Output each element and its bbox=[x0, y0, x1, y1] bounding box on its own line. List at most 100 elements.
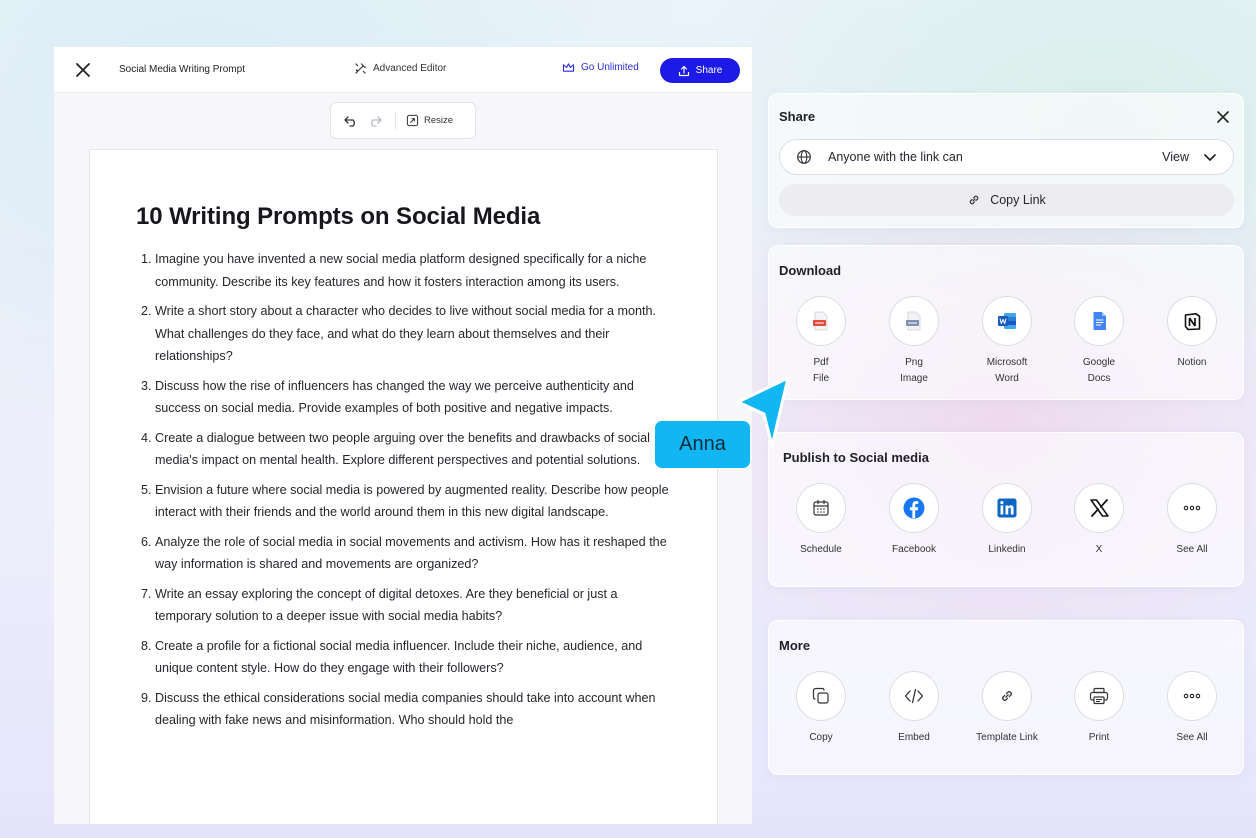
copy-link-button[interactable]: Copy Link bbox=[779, 184, 1234, 216]
download-notion-label: Notion bbox=[1177, 357, 1207, 368]
code-icon bbox=[904, 688, 924, 704]
link-icon bbox=[969, 195, 979, 205]
list-item: Discuss the ethical considerations socia… bbox=[155, 687, 671, 732]
option-circle bbox=[796, 296, 846, 346]
go-unlimited-button[interactable]: Go Unlimited bbox=[562, 62, 639, 73]
download-options: Pdf File Png Image Microsoft Word Google… bbox=[769, 296, 1243, 396]
google-docs-icon bbox=[1093, 312, 1106, 330]
list-item: Discuss how the rise of influencers has … bbox=[155, 375, 671, 420]
list-item: Imagine you have invented a new social m… bbox=[155, 248, 671, 293]
pdf-file-icon bbox=[813, 311, 828, 331]
link-access-select[interactable]: Anyone with the link can View bbox=[779, 139, 1234, 175]
printer-icon bbox=[1089, 687, 1109, 705]
document-page[interactable]: 10 Writing Prompts on Social Media Imagi… bbox=[89, 149, 718, 824]
collaborator-name: Anna bbox=[679, 433, 726, 455]
download-panel: Download Pdf File Png Image Microsoft Wo… bbox=[768, 245, 1244, 400]
option-circle bbox=[982, 483, 1032, 533]
option-circle bbox=[1167, 296, 1217, 346]
embed-button[interactable]: Embed bbox=[868, 671, 960, 746]
download-google-docs-label: Google Docs bbox=[1082, 357, 1116, 384]
linkedin-icon bbox=[997, 498, 1017, 518]
publish-title: Publish to Social media bbox=[783, 450, 929, 465]
download-google-docs-button[interactable]: Google Docs bbox=[1053, 296, 1145, 387]
copy-label: Copy bbox=[809, 732, 833, 743]
template-link-button[interactable]: Template Link bbox=[961, 671, 1053, 746]
list-item: Envision a future where social media is … bbox=[155, 479, 671, 524]
see-all-social-button[interactable]: See All bbox=[1146, 483, 1238, 558]
embed-label: Embed bbox=[898, 732, 930, 743]
access-level-value: View bbox=[1162, 150, 1189, 164]
option-circle bbox=[889, 483, 939, 533]
option-circle bbox=[889, 296, 939, 346]
list-item: Write an essay exploring the concept of … bbox=[155, 583, 671, 628]
more-dots-icon bbox=[1183, 693, 1201, 699]
link-icon bbox=[1002, 691, 1012, 701]
option-circle bbox=[889, 671, 939, 721]
png-image-icon bbox=[906, 311, 921, 331]
advanced-editor-button[interactable]: Advanced Editor bbox=[354, 62, 446, 75]
option-circle bbox=[1074, 671, 1124, 721]
see-all-label: See All bbox=[1176, 544, 1208, 555]
print-button[interactable]: Print bbox=[1053, 671, 1145, 746]
globe-icon bbox=[797, 150, 811, 164]
close-icon[interactable] bbox=[1215, 109, 1231, 125]
share-button-label: Share bbox=[695, 65, 723, 76]
facebook-label: Facebook bbox=[892, 544, 936, 555]
download-word-button[interactable]: Microsoft Word bbox=[961, 296, 1053, 387]
calendar-icon bbox=[813, 499, 829, 516]
x-button[interactable]: X bbox=[1053, 483, 1145, 558]
chevron-down-icon bbox=[1204, 154, 1216, 161]
microsoft-word-icon bbox=[998, 313, 1016, 329]
go-unlimited-label: Go Unlimited bbox=[581, 62, 639, 73]
magic-edit-icon bbox=[355, 63, 366, 74]
redo-icon[interactable] bbox=[367, 113, 383, 129]
undo-icon[interactable] bbox=[343, 113, 359, 129]
publish-panel: Publish to Social media Schedule Faceboo bbox=[768, 432, 1244, 587]
option-circle bbox=[1167, 483, 1217, 533]
more-dots-icon bbox=[1183, 505, 1201, 511]
download-title: Download bbox=[779, 263, 842, 278]
editor-window: Social Media Writing Prompt Advanced Edi… bbox=[54, 47, 752, 824]
list-item: Create a profile for a fictional social … bbox=[155, 635, 671, 680]
option-circle bbox=[1074, 483, 1124, 533]
option-circle bbox=[982, 296, 1032, 346]
resize-label: Resize bbox=[424, 115, 454, 126]
notion-icon bbox=[1184, 312, 1200, 330]
download-word-label: Microsoft Word bbox=[986, 357, 1028, 384]
crown-icon bbox=[562, 63, 575, 72]
share-button[interactable]: Share bbox=[660, 58, 740, 83]
download-png-label: Png Image bbox=[900, 357, 928, 384]
resize-icon bbox=[406, 114, 419, 127]
facebook-button[interactable]: Facebook bbox=[868, 483, 960, 558]
option-circle bbox=[1074, 296, 1124, 346]
see-all-more-button[interactable]: See All bbox=[1146, 671, 1238, 746]
option-circle bbox=[1167, 671, 1217, 721]
copy-button[interactable]: Copy bbox=[775, 671, 867, 746]
resize-button[interactable]: Resize bbox=[406, 114, 453, 127]
download-png-button[interactable]: Png Image bbox=[868, 296, 960, 387]
publish-options: Schedule Facebook Linkedin X See All bbox=[769, 483, 1243, 583]
option-circle bbox=[982, 671, 1032, 721]
document-title: 10 Writing Prompts on Social Media bbox=[136, 203, 541, 230]
x-label: X bbox=[1095, 544, 1103, 555]
linkedin-button[interactable]: Linkedin bbox=[961, 483, 1053, 558]
more-title: More bbox=[779, 638, 811, 653]
close-icon[interactable] bbox=[74, 61, 92, 79]
download-notion-button[interactable]: Notion bbox=[1146, 296, 1238, 371]
collaborator-name-tag: Anna bbox=[655, 421, 750, 468]
prompt-list: Imagine you have invented a new social m… bbox=[136, 248, 671, 732]
list-item: Write a short story about a character wh… bbox=[155, 300, 671, 368]
share-panel: Share Anyone with the link can View Copy… bbox=[768, 93, 1244, 228]
floating-toolbar: Resize bbox=[330, 102, 476, 139]
access-description: Anyone with the link can bbox=[828, 150, 963, 164]
x-logo-icon bbox=[1089, 499, 1109, 517]
template-link-label: Template Link bbox=[976, 732, 1038, 743]
share-panel-title: Share bbox=[779, 109, 816, 124]
upload-icon bbox=[678, 65, 689, 76]
list-item: Analyze the role of social media in soci… bbox=[155, 531, 671, 576]
option-circle bbox=[796, 671, 846, 721]
schedule-label: Schedule bbox=[800, 544, 842, 555]
advanced-editor-label: Advanced Editor bbox=[373, 63, 447, 74]
schedule-button[interactable]: Schedule bbox=[775, 483, 867, 558]
more-options: Copy Embed Template Link Print See All bbox=[769, 671, 1243, 771]
